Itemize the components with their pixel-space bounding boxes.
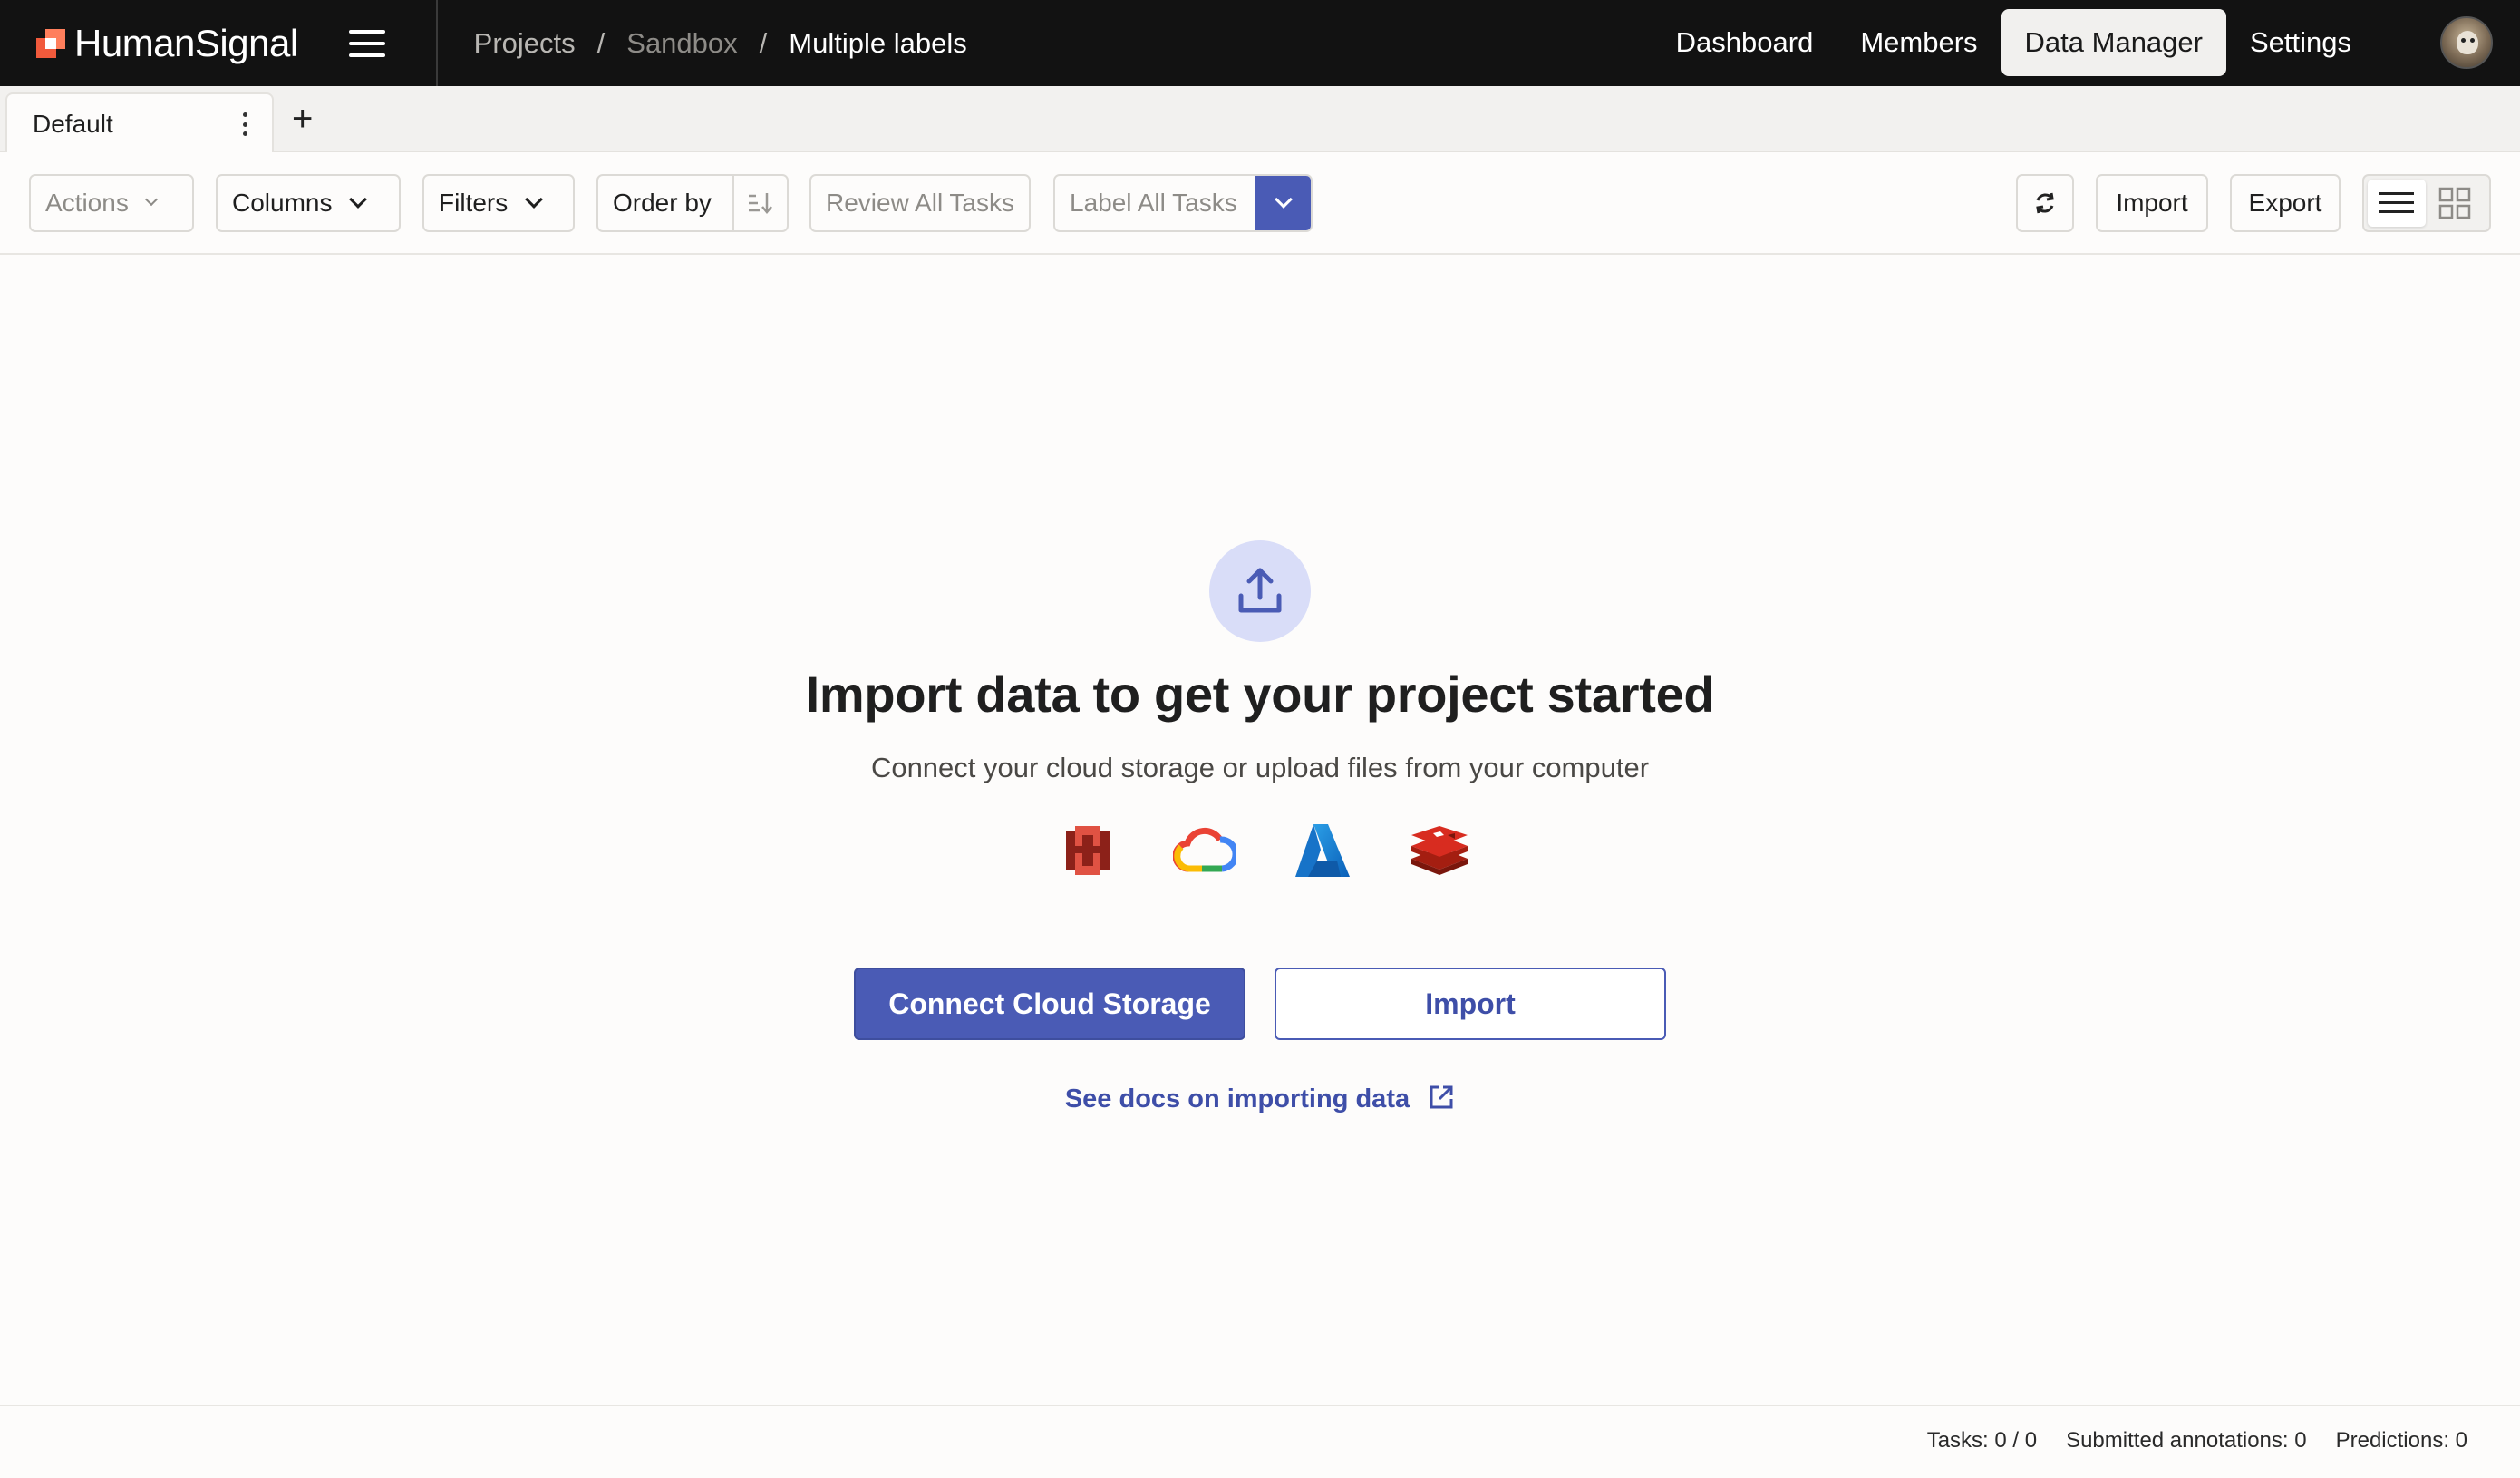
review-all-tasks-button[interactable]: Review All Tasks [809, 174, 1031, 232]
chevron-down-icon [144, 192, 158, 207]
filters-label: Filters [439, 189, 509, 217]
toolbar-import-button[interactable]: Import [2096, 174, 2208, 232]
user-avatar[interactable] [2440, 16, 2493, 69]
import-docs-link-label: See docs on importing data [1064, 1084, 1410, 1113]
breadcrumb: Projects / Sandbox / Multiple labels [474, 27, 967, 60]
view-tabs-bar: Default + [0, 86, 2520, 154]
breadcrumb-separator: / [759, 26, 768, 59]
tab-options-icon[interactable] [243, 112, 248, 136]
aws-s3-icon [1055, 819, 1120, 882]
refresh-icon [2036, 192, 2054, 214]
label-all-tasks-button[interactable]: Label All Tasks [1053, 174, 1313, 232]
breadcrumb-sandbox[interactable]: Sandbox [626, 27, 737, 60]
columns-dropdown[interactable]: Columns [216, 174, 401, 232]
breadcrumb-projects[interactable]: Projects [474, 27, 576, 60]
order-by-control[interactable]: Order by [596, 174, 789, 232]
empty-state-title: Import data to get your project started [805, 666, 1715, 723]
redis-icon [1407, 819, 1472, 882]
footer-stats: Tasks: 0 / 0 Submitted annotations: 0 Pr… [1898, 1428, 2467, 1454]
refresh-button[interactable] [2016, 174, 2074, 232]
list-view-icon[interactable] [2368, 180, 2426, 227]
empty-state: Import data to get your project started … [0, 257, 2520, 1405]
upload-icon [1209, 540, 1311, 642]
columns-label: Columns [232, 189, 333, 217]
tasks-count: Tasks: 0 / 0 [1926, 1428, 2038, 1453]
empty-state-subtitle: Connect your cloud storage or upload fil… [870, 752, 1650, 783]
hamburger-menu-icon[interactable] [348, 29, 385, 57]
view-mode-toggle [2362, 174, 2491, 232]
breadcrumb-separator: / [596, 26, 606, 59]
data-manager-toolbar: Actions Columns Filters Order by Review … [0, 152, 2520, 255]
humansignal-logo-icon [36, 28, 65, 58]
nav-dashboard[interactable]: Dashboard [1653, 9, 1837, 76]
grid-view-icon[interactable] [2426, 180, 2484, 227]
submitted-annotations-count: Submitted annotations: 0 [2066, 1428, 2307, 1453]
brand-name: HumanSignal [74, 21, 298, 64]
label-options-dropdown[interactable] [1255, 176, 1311, 230]
filters-dropdown[interactable]: Filters [422, 174, 575, 232]
topbar-divider [435, 0, 438, 86]
nav-settings[interactable]: Settings [2226, 9, 2375, 76]
google-cloud-icon [1172, 819, 1237, 882]
chevron-down-icon [349, 190, 368, 209]
breadcrumb-project-name: Multiple labels [789, 26, 967, 59]
toolbar-export-button[interactable]: Export [2230, 174, 2341, 232]
project-nav: Dashboard Members Data Manager Settings [1653, 9, 2375, 76]
label-all-tasks-label: Label All Tasks [1070, 189, 1237, 217]
top-navigation-bar: HumanSignal Projects / Sandbox / Multipl… [0, 0, 2520, 86]
actions-label: Actions [45, 189, 129, 217]
actions-dropdown[interactable]: Actions [29, 174, 194, 232]
nav-members[interactable]: Members [1837, 9, 2001, 76]
import-button[interactable]: Import [1275, 968, 1666, 1040]
azure-icon [1290, 819, 1355, 882]
brand[interactable]: HumanSignal [36, 0, 298, 86]
tab-default[interactable]: Default [5, 92, 274, 154]
connect-cloud-storage-button[interactable]: Connect Cloud Storage [854, 968, 1245, 1040]
external-link-icon [1430, 1085, 1453, 1109]
storage-provider-icons [1055, 819, 1472, 882]
chevron-down-icon [525, 190, 544, 209]
add-tab-button[interactable]: + [292, 101, 313, 137]
sort-direction-icon[interactable] [732, 176, 787, 230]
chevron-down-icon [1275, 190, 1293, 209]
import-docs-link[interactable]: See docs on importing data [0, 1084, 2520, 1114]
status-footer: Tasks: 0 / 0 Submitted annotations: 0 Pr… [0, 1405, 2520, 1478]
predictions-count: Predictions: 0 [2335, 1428, 2467, 1453]
order-by-label: Order by [613, 189, 712, 217]
nav-data-manager[interactable]: Data Manager [2001, 9, 2226, 76]
tab-label: Default [33, 110, 113, 138]
